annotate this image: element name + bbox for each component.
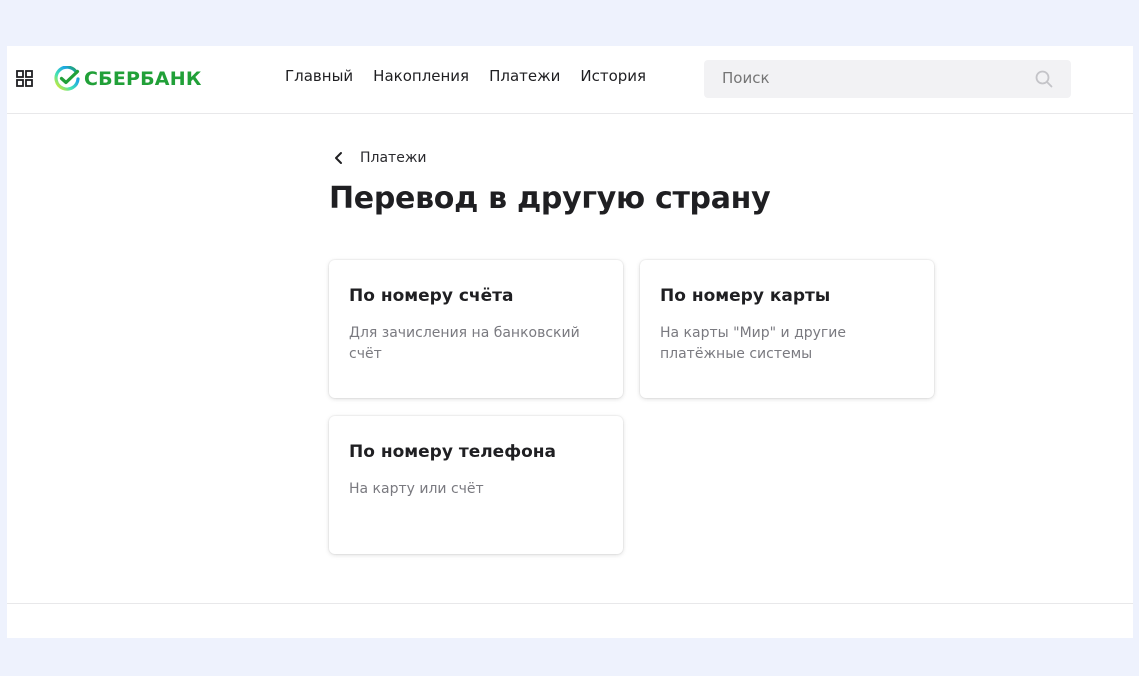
card-title: По номеру карты — [660, 286, 831, 306]
grid-icon[interactable] — [16, 70, 33, 87]
search-icon[interactable] — [1035, 70, 1053, 88]
search-input[interactable] — [722, 69, 1022, 87]
sberbank-logo[interactable]: СБЕРБАНК — [54, 65, 202, 93]
nav-item-payments[interactable]: Платежи — [489, 67, 560, 85]
card-description: На карты "Мир" и другие платёжные систем… — [660, 325, 846, 362]
card-by-card-number[interactable]: По номеру карты На карты "Мир" и другие … — [640, 260, 934, 398]
app-frame: СБЕРБАНК Главный Накопления Платежи Исто… — [7, 46, 1133, 638]
card-title: По номеру счёта — [349, 286, 514, 306]
nav-item-savings[interactable]: Накопления — [373, 67, 469, 85]
card-by-phone[interactable]: По номеру телефона На карту или счёт — [329, 416, 623, 554]
page-title: Перевод в другую страну — [329, 181, 771, 216]
nav-item-history[interactable]: История — [580, 67, 646, 85]
search-box — [704, 60, 1071, 98]
footer-divider — [7, 603, 1133, 604]
main-nav: Главный Накопления Платежи История — [285, 67, 666, 85]
card-title: По номеру телефона — [349, 442, 556, 462]
card-description: Для зачисления на банковский счёт — [349, 325, 580, 362]
top-header: СБЕРБАНК Главный Накопления Платежи Исто… — [7, 46, 1133, 114]
logo-text: СБЕРБАНК — [84, 68, 202, 90]
main-content: Платежи Перевод в другую страну По номер… — [329, 146, 949, 554]
chevron-left-icon — [335, 152, 342, 164]
breadcrumb-label: Платежи — [360, 150, 427, 166]
card-by-account[interactable]: По номеру счёта Для зачисления на банков… — [329, 260, 623, 398]
nav-item-main[interactable]: Главный — [285, 67, 353, 85]
breadcrumb-back-link[interactable]: Платежи — [329, 146, 949, 170]
sber-logo-icon — [54, 66, 80, 91]
card-description: На карту или счёт — [349, 481, 484, 497]
